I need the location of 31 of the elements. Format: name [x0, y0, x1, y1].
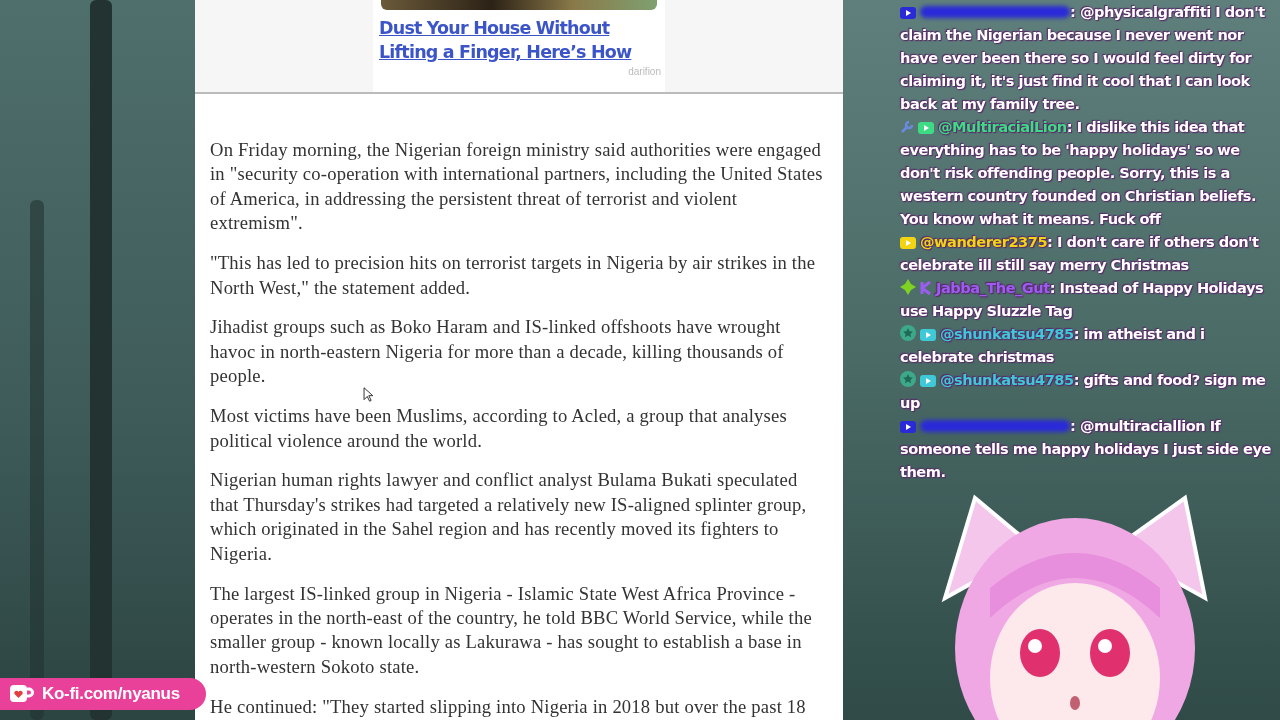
chat-message: @shunkatsu4785: im atheist and i celebrate christmas	[900, 324, 1206, 367]
chat-message: @wanderer2375: I don't care if others don't celebrate ill still say merry Christmas	[900, 232, 1260, 275]
youtube-icon	[900, 421, 916, 433]
youtube-icon	[900, 7, 916, 19]
kofi-badge[interactable]: Ko-fi.com/nyanus	[0, 678, 206, 710]
article-paragraph: The largest IS-linked group in Nigeria - Islamic State West Africa Province - operates in the north-east of the country, he told BBC World Service, while the smaller group - known locally as Lakurawa - has sought to establish a base in north-western Sokoto state.	[210, 581, 813, 679]
chat-badge-icon	[920, 281, 932, 295]
chat-message: @shunkatsu4785: gifts and food? sign me up	[900, 370, 1267, 413]
youtube-icon	[920, 329, 936, 341]
kofi-link[interactable]: Ko-fi.com/nyanus	[42, 684, 180, 704]
chat-message: : @multiraciallion If someone tells me happy holidays I just side eye them.	[900, 416, 1272, 482]
chat-message: : @physicalgraffiti I don't claim the Nigerian because I never went nor have ever been there so I would feel dirty for claiming it, it's just find it cool that I can look back at my family tree.	[900, 2, 1266, 114]
star-icon	[900, 325, 916, 341]
article-paragraph: Most victims have been Muslims, according to Acled, a group that analyses political violence around the world.	[210, 404, 788, 453]
article-paragraph: On Friday morning, the Nigerian foreign ministry said authorities were engaged in "security co-operation with international partners, including the United States of America, in addressing the persistent threat of terrorist and violent extremism".	[210, 138, 824, 236]
chat-message: @MultiracialLion: I dislike this idea that everything has to be 'happy holidays' so we don't risk offending people. Sorry, this is a western country founded on Christian beliefs. You know what it means. Fuck off	[900, 117, 1257, 229]
chat-message: Jabba_The_Gut: Instead of Happy Holidays use Happy Sluzzle Tag	[900, 278, 1265, 321]
coffee-cup-icon	[8, 683, 34, 705]
mouse-cursor-icon	[363, 387, 373, 402]
article-paragraph: "This has led to precision hits on terrorist targets in Nigeria by air strikes in the North West," the statement added.	[210, 251, 817, 300]
star-icon	[900, 371, 916, 387]
article-paragraph: He continued: "They started slipping into Nigeria in 2018 but over the past 18	[210, 694, 807, 719]
youtube-icon	[920, 375, 936, 387]
article-paragraph: Nigerian human rights lawyer and conflict analyst Bulama Bukati speculated that Thursday's strikes had targeted a relatively new IS-aligned splinter group, which originated in the Sahel region and has recently moved its fighters to Nigeria.	[210, 468, 808, 566]
wrench-icon	[900, 120, 914, 134]
ad-link[interactable]: Dust Your House Without Lifting a Finger, Here’s How	[379, 16, 659, 64]
youtube-icon	[900, 237, 916, 249]
article-paragraph: Jihadist groups such as Boko Haram and IS-linked offshoots have wrought havoc in north-eastern Nigeria for more than a decade, killing thousands of people.	[210, 315, 785, 389]
diamond-icon	[900, 279, 916, 295]
youtube-icon	[918, 122, 934, 134]
ad-source: darifion	[628, 66, 661, 77]
